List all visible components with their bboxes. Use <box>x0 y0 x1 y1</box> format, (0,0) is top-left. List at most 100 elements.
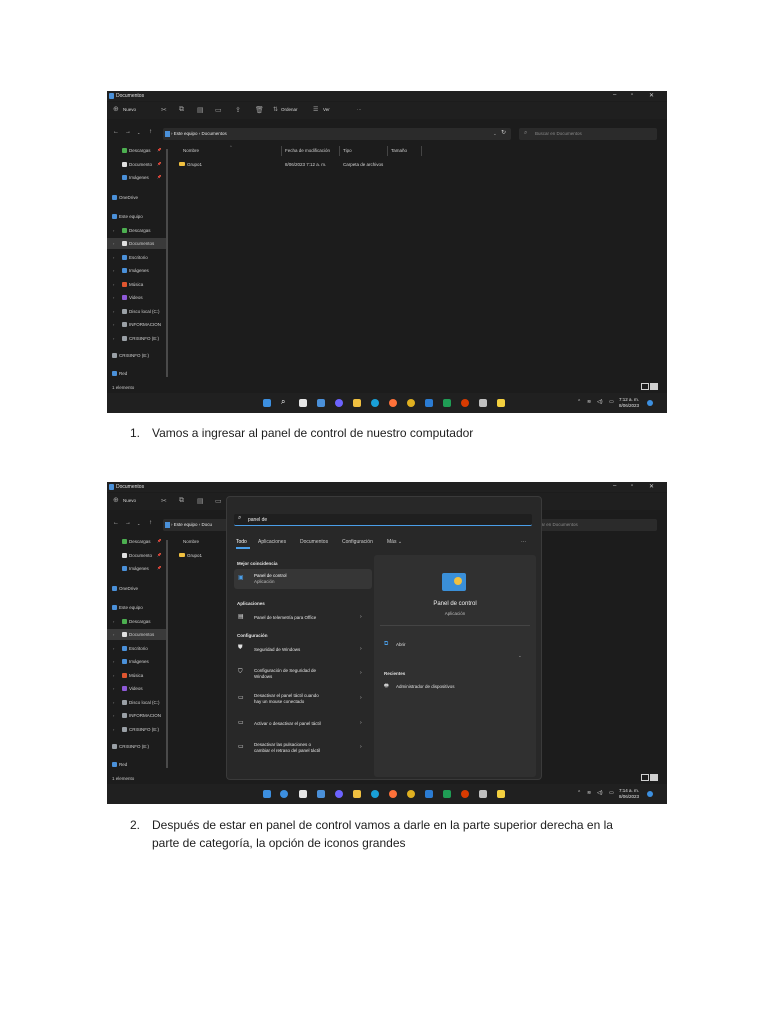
sidebar-item[interactable]: › Música <box>107 279 167 290</box>
up-arrow-icon[interactable]: ↑ <box>149 520 152 526</box>
cut-icon[interactable]: ✂ <box>161 106 167 114</box>
maximize-icon[interactable]: ▫ <box>631 483 633 489</box>
sidebar-item[interactable]: › Documentos <box>107 629 167 640</box>
settings-icon[interactable] <box>479 399 487 407</box>
result-windows-security[interactable]: ⛊ Seguridad de Windows › <box>234 640 372 660</box>
excel-icon[interactable] <box>443 790 451 798</box>
sidebar-item[interactable]: › Imágenes <box>107 656 167 667</box>
chevron-right-icon[interactable]: › <box>113 336 114 341</box>
sort-button[interactable]: Ordenar <box>281 107 298 112</box>
sidebar-item[interactable]: › Disco local (C:) <box>107 306 167 317</box>
chevron-right-icon[interactable]: › <box>113 322 114 327</box>
app-icon[interactable] <box>461 790 469 798</box>
sidebar-scrollbar[interactable] <box>166 149 168 377</box>
chevron-up-icon[interactable]: ⌃ <box>577 790 581 796</box>
chevron-down-icon[interactable]: ⌄ <box>493 131 497 137</box>
column-header-type[interactable]: Tipo <box>343 148 352 153</box>
paste-icon[interactable]: ▤ <box>197 497 204 505</box>
clock[interactable]: 7:14 a. m. 8/06/2023 <box>619 788 639 800</box>
chevron-right-icon[interactable]: › <box>113 646 114 651</box>
refresh-icon[interactable]: ↻ <box>501 129 506 136</box>
breadcrumb[interactable]: › Este equipo › Documentos ⌄ <box>163 128 511 140</box>
start-icon[interactable] <box>263 790 271 798</box>
open-button[interactable]: Abrir <box>396 642 406 647</box>
app-icon[interactable] <box>461 399 469 407</box>
sidebar-item[interactable]: › Descargas <box>107 225 167 236</box>
chevron-down-icon[interactable]: ⌄ <box>137 521 140 526</box>
chevron-right-icon[interactable]: › <box>113 228 114 233</box>
tab-apps[interactable]: Aplicaciones <box>258 539 286 545</box>
excel-icon[interactable] <box>443 399 451 407</box>
start-icon[interactable] <box>263 399 271 407</box>
column-header-name[interactable]: Nombre <box>183 539 199 544</box>
sidebar-item[interactable]: › Documentos <box>107 238 167 249</box>
file-row-name[interactable]: Grupo1 <box>187 162 202 167</box>
back-arrow-icon[interactable]: ← <box>113 520 119 526</box>
chevron-right-icon[interactable]: › <box>113 268 114 273</box>
app-icon[interactable] <box>497 399 505 407</box>
battery-icon[interactable]: ▭ <box>609 399 614 405</box>
chevron-right-icon[interactable]: › <box>113 727 114 732</box>
chevron-right-icon[interactable]: › <box>113 659 114 664</box>
maximize-icon[interactable]: ▫ <box>631 92 633 98</box>
volume-icon[interactable]: ◁) <box>597 790 603 796</box>
result-touchpad-toggle[interactable]: ▭ Activar o desactivar el panel táctil › <box>234 714 372 734</box>
minimize-icon[interactable]: – <box>613 483 616 489</box>
column-divider[interactable] <box>387 146 388 156</box>
firefox-icon[interactable] <box>389 399 397 407</box>
chevron-right-icon[interactable]: › <box>360 720 362 726</box>
rename-icon[interactable]: ▭ <box>215 497 222 505</box>
chrome-icon[interactable] <box>407 790 415 798</box>
notification-icon[interactable] <box>647 400 653 406</box>
paste-icon[interactable]: ▤ <box>197 106 204 114</box>
sidebar-item[interactable]: ›CRISINFO (E:) <box>107 333 167 344</box>
chevron-right-icon[interactable]: › <box>360 614 362 620</box>
tab-more[interactable]: Más ⌄ <box>387 539 402 545</box>
copy-icon[interactable]: ⧉ <box>179 106 184 114</box>
sidebar-item[interactable]: ›CRISINFO (E:) <box>107 741 167 752</box>
chevron-right-icon[interactable]: › <box>113 255 114 260</box>
edge-icon[interactable] <box>371 790 379 798</box>
file-row-name[interactable]: Grupo1 <box>187 553 202 558</box>
up-arrow-icon[interactable]: ↑ <box>149 129 152 135</box>
notification-icon[interactable] <box>647 791 653 797</box>
close-icon[interactable]: ✕ <box>649 92 654 99</box>
file-explorer-icon[interactable] <box>353 399 361 407</box>
chat-icon[interactable] <box>335 399 343 407</box>
recent-item[interactable]: Administrador de dispositivos <box>396 684 455 689</box>
sidebar-item[interactable]: ›CRISINFO (E:) <box>107 350 167 361</box>
result-control-panel[interactable]: ▣ Panel de control Aplicación <box>234 569 372 589</box>
sidebar-item[interactable]: › Descargas <box>107 616 167 627</box>
chevron-right-icon[interactable]: › <box>360 670 362 676</box>
close-icon[interactable]: ✕ <box>649 483 654 490</box>
tab-documents[interactable]: Documentos <box>300 539 328 545</box>
view-toggle[interactable] <box>641 774 659 782</box>
chevron-right-icon[interactable]: › <box>113 686 114 691</box>
cut-icon[interactable]: ✂ <box>161 497 167 505</box>
view-button[interactable]: Ver <box>323 107 330 112</box>
sidebar-item[interactable]: › Escritorio <box>107 643 167 654</box>
sidebar-item[interactable]: ›Este equipo <box>107 602 167 613</box>
more-button[interactable]: ··· <box>357 107 362 112</box>
result-touchpad-taps[interactable]: ▭ Desactivar las pulsaciones o cambiar e… <box>234 738 372 758</box>
chevron-right-icon[interactable]: › <box>360 744 362 750</box>
wifi-icon[interactable]: ≋ <box>587 399 591 405</box>
sidebar-item[interactable]: ›OneDrive <box>107 192 167 203</box>
sidebar-item[interactable]: ›Red <box>107 759 167 770</box>
column-divider[interactable] <box>281 146 282 156</box>
widgets-icon[interactable] <box>317 399 325 407</box>
chevron-right-icon[interactable]: › <box>113 309 114 314</box>
search-input[interactable]: ⌕ Buscar en Documentos <box>519 128 657 140</box>
word-icon[interactable] <box>425 790 433 798</box>
tab-settings[interactable]: Configuración <box>342 539 373 545</box>
sidebar-item[interactable]: ›Red <box>107 368 167 379</box>
chevron-down-icon[interactable]: ⌄ <box>518 653 522 659</box>
chat-icon[interactable] <box>335 790 343 798</box>
sidebar-item[interactable]: › Imágenes <box>107 265 167 276</box>
search-input[interactable]: ⌕ panel de <box>234 514 532 526</box>
wifi-icon[interactable]: ≋ <box>587 790 591 796</box>
view-toggle[interactable] <box>641 383 659 391</box>
sidebar-item[interactable]: Documento 📌 <box>107 159 167 170</box>
chevron-right-icon[interactable]: › <box>113 713 114 718</box>
battery-icon[interactable]: ▭ <box>609 790 614 796</box>
